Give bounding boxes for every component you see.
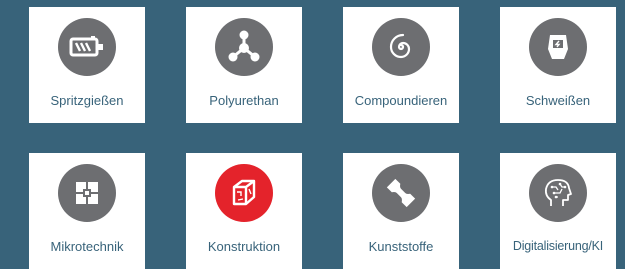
screw-icon	[58, 18, 116, 76]
tile-spritzgiessen[interactable]: Spritzgießen	[29, 7, 145, 123]
tile-mikrotechnik[interactable]: Mikrotechnik	[29, 153, 145, 269]
tile-label: Digitalisierung/KI	[512, 239, 604, 253]
tile-label: Spritzgießen	[50, 93, 124, 108]
ai-head-icon	[529, 164, 587, 222]
micro-grid-icon	[58, 164, 116, 222]
tile-label: Konstruktion	[207, 239, 281, 254]
tile-label: Compoundieren	[354, 93, 448, 108]
tile-label: Mikrotechnik	[50, 239, 124, 254]
tile-polyurethan[interactable]: Polyurethan	[186, 7, 302, 123]
tile-compoundieren[interactable]: Compoundieren	[343, 7, 459, 123]
tile-konstruktion[interactable]: Konstruktion	[186, 153, 302, 269]
cube-icon	[215, 164, 273, 222]
tile-schweissen[interactable]: Schweißen	[500, 7, 616, 123]
molecule-icon	[215, 18, 273, 76]
tile-label: Kunststoffe	[368, 239, 434, 254]
spiral-icon	[372, 18, 430, 76]
welding-mask-icon	[529, 18, 587, 76]
category-grid: Spritzgießen Polyurethan Compoundieren S…	[0, 0, 625, 269]
tile-digitalisierung-ki[interactable]: Digitalisierung/KI	[500, 153, 616, 269]
tile-label: Polyurethan	[209, 93, 279, 108]
tile-label: Schweißen	[525, 93, 591, 108]
test-specimen-icon	[372, 164, 430, 222]
tile-kunststoffe[interactable]: Kunststoffe	[343, 153, 459, 269]
